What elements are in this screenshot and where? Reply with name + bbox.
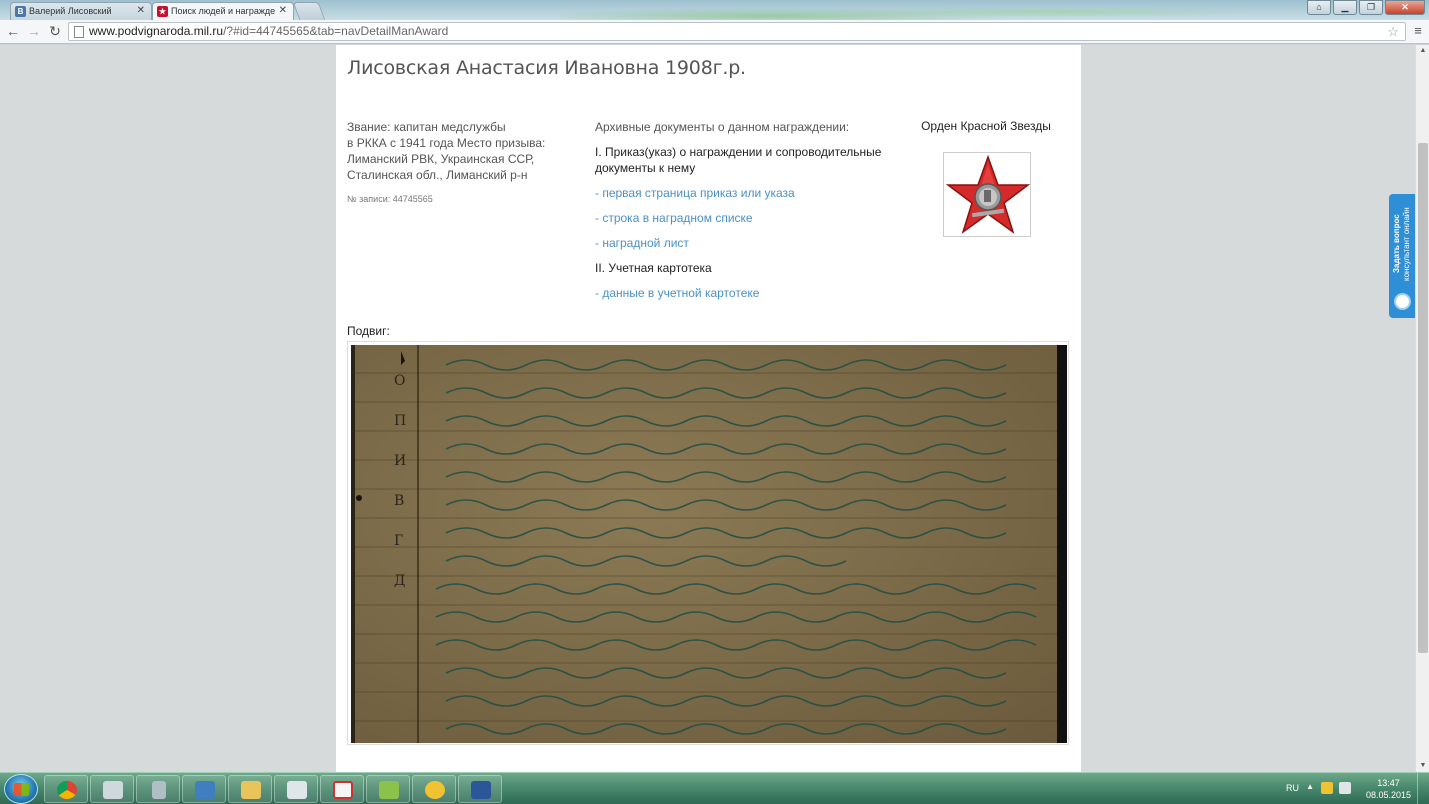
taskbar-calculator[interactable]	[136, 775, 180, 803]
clock[interactable]: 13:47 08.05.2015	[1366, 777, 1411, 801]
vertical-scrollbar[interactable]: ▲ ▼	[1415, 45, 1429, 772]
taskbar-app-8[interactable]	[366, 775, 410, 803]
minimize-icon[interactable]: ▁	[1333, 0, 1357, 15]
titlebar-background	[560, 0, 1260, 20]
system-tray: RU ▲ 13:47 08.05.2015	[1269, 773, 1429, 804]
consult-line1: Задать вопрос	[1392, 214, 1401, 274]
close-window-icon[interactable]: ✕	[1385, 0, 1425, 15]
calculator-icon	[152, 781, 166, 799]
consult-line2: консультант онлайн	[1402, 207, 1411, 281]
network-tray-icon[interactable]	[1339, 782, 1351, 794]
scan-right-edge	[1057, 345, 1067, 743]
globe-icon	[425, 781, 445, 799]
section-card-title: II. Учетная картотека	[595, 261, 712, 275]
network-icon	[195, 781, 215, 799]
scrollbar-thumb[interactable]	[1418, 143, 1428, 653]
maximize-icon[interactable]: ❐	[1359, 0, 1383, 15]
scroll-up-icon[interactable]: ▲	[1416, 45, 1429, 57]
consultant-widget[interactable]: Задать вопрос консультант онлайн	[1389, 194, 1416, 318]
scroll-down-icon[interactable]: ▼	[1416, 760, 1429, 772]
link-award-sheet[interactable]: - наградной лист	[595, 235, 895, 251]
tab-podvig[interactable]: ★ Поиск людей и награжде ✕	[152, 2, 294, 20]
red-star-order-icon	[945, 154, 1031, 234]
info-line: Звание: капитан медслужбы	[347, 120, 506, 134]
chat-bubble-icon	[1394, 293, 1411, 310]
tray-app-icon[interactable]	[1321, 782, 1333, 794]
tab-label: Валерий Лисовский	[29, 6, 112, 16]
chrome-icon	[57, 781, 77, 799]
plane-icon	[287, 781, 307, 799]
taskbar: RU ▲ 13:47 08.05.2015	[0, 772, 1429, 804]
folder-icon	[241, 781, 261, 799]
section-order-title: I. Приказ(указ) о награждении и сопровод…	[595, 145, 882, 175]
browser-toolbar: ← → ↻ www.podvignaroda.mil.ru/?#id=44745…	[0, 20, 1429, 44]
taskbar-explorer[interactable]	[228, 775, 272, 803]
taskbar-pdf[interactable]	[320, 775, 364, 803]
window-controls: ⌂ ▁ ❐ ✕	[1307, 0, 1425, 16]
taskbar-word[interactable]	[458, 775, 502, 803]
podvig-icon: ★	[157, 6, 168, 17]
start-button[interactable]	[4, 774, 38, 804]
word-icon	[471, 781, 491, 799]
taskbar-app-4[interactable]	[182, 775, 226, 803]
bookmark-star-icon[interactable]: ☆	[1387, 23, 1399, 40]
link-first-page[interactable]: - первая страница приказ или указа	[595, 185, 895, 201]
menu-icon[interactable]: ≡	[1411, 23, 1425, 39]
info-line: в РККА с 1941 года Место призыва:	[347, 136, 546, 150]
award-image[interactable]	[943, 152, 1031, 237]
clock-date: 08.05.2015	[1365, 790, 1411, 800]
award-name: Орден Красной Звезды	[921, 119, 1051, 133]
tray-expand-icon[interactable]: ▲	[1306, 782, 1314, 791]
back-icon[interactable]: ←	[5, 23, 21, 39]
feat-document-scan: О П И В Г Д	[351, 345, 1067, 743]
media-icon	[103, 781, 123, 799]
url-host: www.podvignaroda.mil.ru	[89, 24, 224, 38]
taskbar-app-9[interactable]	[412, 775, 456, 803]
pdf-icon	[333, 781, 353, 799]
forward-icon[interactable]: →	[26, 23, 42, 39]
tab-label: Поиск людей и награжде	[171, 6, 276, 16]
language-indicator[interactable]: RU	[1286, 783, 1299, 793]
taskbar-chrome[interactable]	[44, 775, 88, 803]
taskbar-app-6[interactable]	[274, 775, 318, 803]
info-line: Лиманский РВК, Украинская ССР,	[347, 152, 535, 166]
feat-label: Подвиг:	[347, 324, 390, 338]
link-award-list-row[interactable]: - строка в наградном списке	[595, 210, 895, 226]
address-bar[interactable]: www.podvignaroda.mil.ru/?#id=44745565&ta…	[68, 22, 1406, 41]
info-line: Сталинская обл., Лиманский р-н	[347, 168, 528, 182]
close-icon[interactable]: ✕	[137, 3, 145, 19]
tab-vk[interactable]: В Валерий Лисовский ✕	[10, 2, 152, 20]
new-tab-button[interactable]	[292, 2, 326, 20]
page-icon	[74, 26, 84, 38]
consultant-widget-text: Задать вопрос консультант онлайн	[1392, 200, 1414, 288]
user-icon[interactable]: ⌂	[1307, 0, 1331, 15]
archive-documents: Архивные документы о данном награждении:…	[595, 119, 895, 301]
vk-icon: В	[15, 6, 26, 17]
leaf-icon	[379, 781, 399, 799]
link-card-data[interactable]: - данные в учетной картотеке	[595, 285, 895, 301]
close-icon[interactable]: ✕	[279, 3, 287, 19]
page-title: Лисовская Анастасия Ивановна 1908г.р.	[347, 57, 746, 79]
content-panel: Лисовская Анастасия Ивановна 1908г.р. Зв…	[336, 45, 1081, 772]
url-path: /?#id=44745565&tab=navDetailManAward	[223, 24, 449, 38]
windows-logo-icon	[14, 783, 29, 796]
person-info: Звание: капитан медслужбы в РККА с 1941 …	[347, 119, 557, 183]
page-viewport: Лисовская Анастасия Ивановна 1908г.р. Зв…	[0, 45, 1415, 772]
handwriting-strokes	[356, 351, 1037, 735]
taskbar-app-2[interactable]	[90, 775, 134, 803]
docs-header: Архивные документы о данном награждении:	[595, 120, 850, 134]
feat-document-frame[interactable]: О П И В Г Д	[347, 341, 1069, 745]
show-desktop-button[interactable]	[1417, 773, 1429, 804]
record-number: № записи: 44745565	[347, 194, 433, 204]
browser-titlebar: В Валерий Лисовский ✕ ★ Поиск людей и на…	[0, 0, 1429, 20]
award-block: Орден Красной Звезды	[911, 119, 1061, 237]
clock-time: 13:47	[1377, 778, 1400, 788]
reload-icon[interactable]: ↻	[47, 23, 63, 39]
